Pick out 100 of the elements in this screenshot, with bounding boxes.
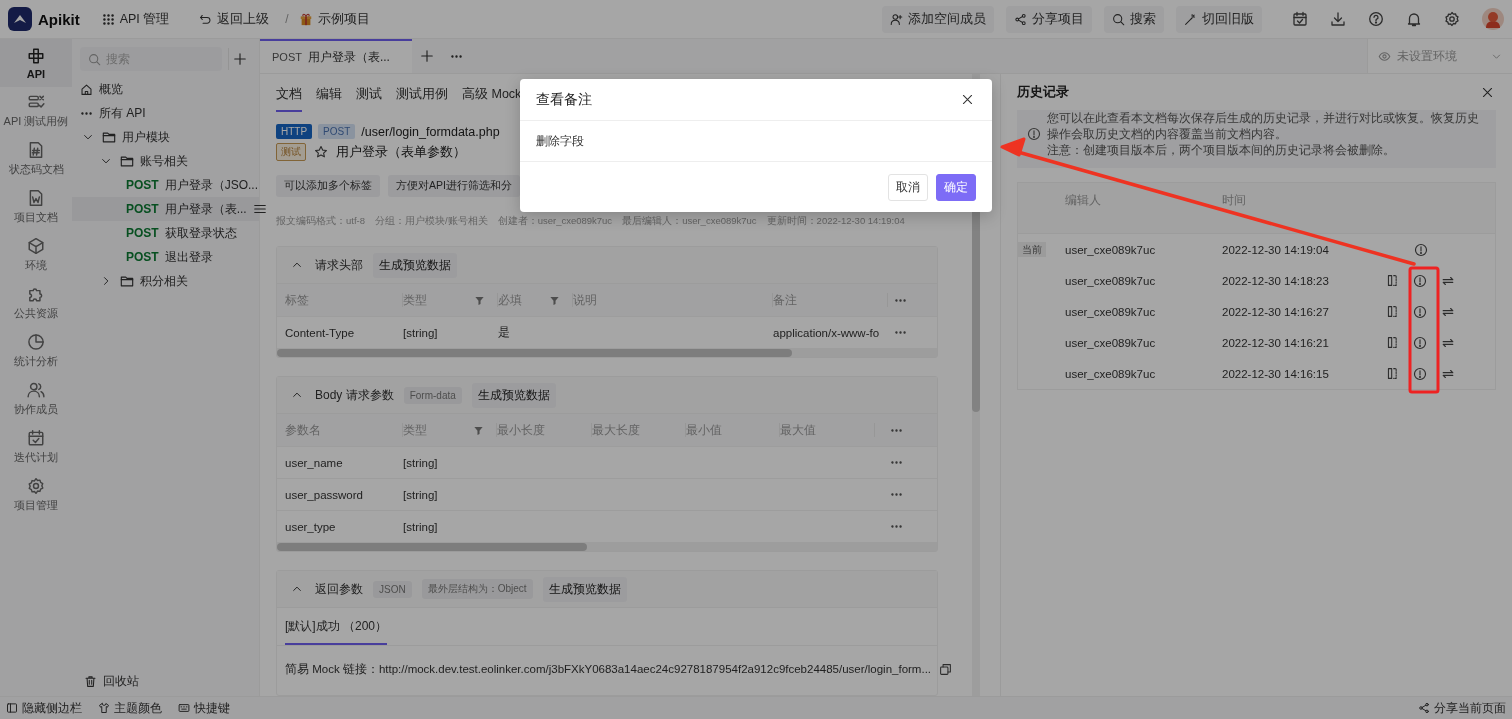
column-header: 类型 — [403, 292, 427, 308]
plus-icon — [420, 49, 434, 63]
share-page-button[interactable]: 分享当前页面 — [1418, 700, 1506, 716]
status-badge: 测试 — [276, 143, 306, 161]
doc-tab[interactable]: 高级 Mock — [462, 78, 522, 112]
nav-item[interactable]: 公共资源 — [0, 279, 72, 327]
plus-icon — [233, 52, 247, 66]
toolbar-button[interactable]: 分享项目 — [1006, 5, 1092, 33]
api-name: 用户登录（表单参数） — [336, 143, 466, 161]
compare-button[interactable] — [1386, 305, 1399, 318]
info-button[interactable] — [1413, 335, 1427, 350]
doc-tab[interactable]: 测试 — [356, 78, 382, 112]
menu-icon — [252, 202, 267, 216]
toolbar-button[interactable]: 添加空间成员 — [882, 5, 994, 33]
api-tree-item[interactable]: POST 退出登录 — [72, 245, 259, 269]
hash-document-icon — [27, 141, 45, 159]
info-button[interactable] — [1413, 366, 1427, 381]
puzzle-icon — [27, 285, 45, 303]
nav-item[interactable]: 项目文档 — [0, 183, 72, 231]
nav-item[interactable]: 统计分析 — [0, 327, 72, 375]
column-header: 备注 — [773, 292, 797, 308]
protocol-badge: HTTP — [276, 124, 313, 139]
nav-item[interactable]: 项目管理 — [0, 471, 72, 519]
column-header: 标签 — [285, 292, 309, 308]
folder-label[interactable]: 账号相关 — [140, 152, 251, 170]
project-link[interactable]: 示例项目 — [298, 6, 376, 32]
nav-item[interactable]: 迭代计划 — [0, 423, 72, 471]
document-tab[interactable]: POST 用户登录（表... — [260, 39, 412, 73]
filter-icon[interactable] — [474, 294, 485, 306]
scrollbar-thumb[interactable] — [277, 543, 588, 551]
trash-link[interactable]: 回收站 — [72, 667, 259, 696]
response-tab[interactable]: [默认]成功 （200） — [285, 608, 388, 645]
method-label: POST — [126, 178, 159, 192]
api-icon — [27, 46, 45, 65]
doc-tab[interactable]: 编辑 — [316, 78, 342, 112]
api-path: /user/login_formdata.php — [361, 124, 500, 139]
close-icon — [961, 93, 974, 106]
info-button[interactable] — [1413, 273, 1427, 288]
editor-cell-text: user_cxe089k7uc — [1065, 367, 1157, 380]
cancel-button[interactable]: 取消 — [888, 173, 928, 201]
module-link[interactable]: API 管理 — [95, 6, 176, 32]
filter-icon[interactable] — [549, 294, 560, 306]
nav-item[interactable]: 协作成员 — [0, 375, 72, 423]
column-header: 类型 — [403, 422, 427, 438]
tree-item[interactable]: 所有 API — [72, 101, 259, 125]
info-button[interactable] — [1414, 242, 1428, 257]
nav-item[interactable]: 状态码文档 — [0, 135, 72, 183]
undo-icon — [199, 12, 213, 26]
bell-icon — [1406, 11, 1422, 27]
keyboard-icon — [178, 702, 190, 714]
table-cell: [string] — [403, 326, 438, 339]
method-badge: POST — [318, 124, 356, 139]
compare-button[interactable] — [1386, 274, 1399, 287]
doc-tab[interactable]: 测试用例 — [396, 78, 448, 112]
time-cell-text: 2022-12-30 14:16:21 — [1222, 336, 1330, 349]
folder-label[interactable]: 用户模块 — [122, 128, 251, 146]
pie-chart-icon — [27, 333, 45, 351]
preview-button[interactable]: 生成预览数据 — [373, 252, 457, 278]
api-tree-item[interactable]: POST 用户登录（JSO... — [72, 173, 259, 197]
avatar-icon[interactable] — [1482, 8, 1504, 30]
compare-button[interactable] — [1386, 367, 1399, 380]
method-label: POST — [272, 51, 302, 63]
api-name: 用户登录（JSO... — [164, 176, 258, 194]
notice-text: 注意：创建项目版本后，两个项目版本间的历史记录将会被删除。 — [1047, 143, 1396, 158]
footer-button[interactable]: 主题颜色 — [98, 700, 162, 716]
folder-label[interactable]: 积分相关 — [140, 272, 251, 290]
filter-icon[interactable] — [473, 424, 484, 436]
info-icon — [1413, 335, 1427, 350]
preview-button[interactable]: 生成预览数据 — [542, 576, 627, 602]
table-cell: 是 — [498, 326, 510, 338]
confirm-button[interactable]: 确定 — [936, 173, 976, 201]
copy-button[interactable] — [939, 663, 953, 676]
info-icon — [1413, 304, 1427, 319]
preview-button[interactable]: 生成预览数据 — [471, 382, 556, 408]
compare-button[interactable] — [1386, 336, 1399, 349]
nav-item[interactable]: API 测试用例 — [0, 87, 72, 135]
nav-item[interactable]: 环境 — [0, 231, 72, 279]
footer-button[interactable]: 快捷键 — [178, 700, 230, 716]
section-title: 返回参数 — [315, 580, 363, 598]
add-user-icon — [890, 12, 903, 26]
api-tree-item[interactable]: POST 获取登录状态 — [72, 221, 259, 245]
editor-cell-text: user_cxe089k7uc — [1065, 305, 1157, 318]
compare-icon — [1386, 274, 1399, 287]
footer-button[interactable]: 隐藏侧边栏 — [6, 700, 82, 716]
doc-tab[interactable]: 文档 — [276, 78, 302, 112]
column-header: 参数名 — [285, 422, 321, 438]
info-icon — [1413, 273, 1427, 288]
info-button[interactable] — [1413, 304, 1427, 319]
settings-icon — [27, 477, 45, 495]
method-label: POST — [126, 250, 159, 264]
toolbar-button[interactable]: 切回旧版 — [1176, 5, 1262, 33]
toolbar-button[interactable]: 搜索 — [1104, 5, 1164, 33]
eye-icon — [1378, 49, 1391, 63]
scrollbar-thumb[interactable] — [277, 349, 792, 357]
sidebar-icon — [6, 702, 18, 714]
tree-item[interactable]: 概览 — [72, 77, 259, 101]
back-link[interactable]: 返回上级 — [193, 6, 276, 32]
table-cell: application/x-www-fo — [773, 326, 880, 339]
nav-item[interactable]: API — [0, 39, 72, 87]
calendar-check-icon — [27, 429, 45, 447]
